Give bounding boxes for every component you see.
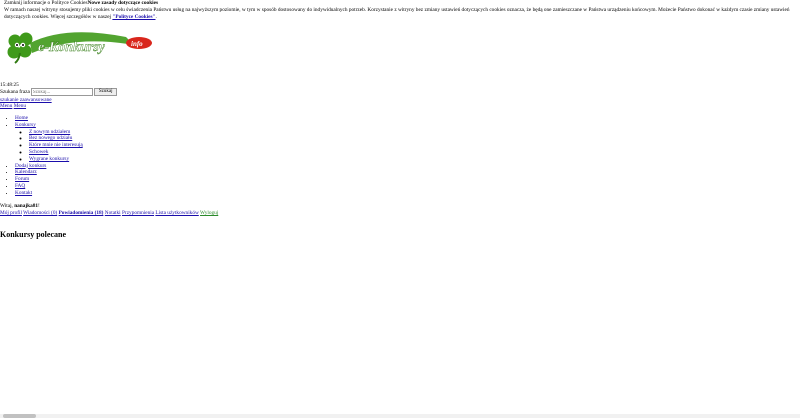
notifications-link[interactable]: Powiadomienia (18) — [59, 210, 104, 216]
cookie-header: Zamknij informacje o Polityce CookiesNow… — [4, 0, 796, 7]
main-nav: Home Konkursy Z nowym udziałem Bez noweg… — [0, 115, 83, 197]
menu-link-1[interactable]: Menu — [0, 103, 12, 109]
menu-link-2[interactable]: Menu — [14, 103, 26, 109]
konkursy-submenu: Z nowym udziałem Bez nowego udziału Któr… — [15, 129, 83, 163]
cookie-policy-link[interactable]: "Polityce Cookies" — [112, 14, 155, 20]
logout-link[interactable]: Wyloguj — [200, 210, 218, 216]
messages-link[interactable]: Wiadomości (0) — [23, 210, 57, 216]
search-button[interactable]: Szukaj — [93, 88, 118, 96]
horizontal-scrollbar[interactable] — [0, 414, 800, 418]
search-form: Szukana fraza Szukaj — [0, 88, 118, 96]
nav-link-won[interactable]: Wygrane konkursy — [29, 156, 69, 162]
nav-link-clipboard[interactable]: Schowek — [29, 149, 48, 155]
nav-link-without-participation[interactable]: Bez nowego udziału — [29, 135, 72, 141]
nav-item-home: Home — [15, 115, 83, 122]
welcome-prefix: Witaj, — [0, 203, 15, 209]
cookie-text-block: W ramach naszej witryny stosujemy pliki … — [4, 7, 796, 21]
logo-suffix: info — [131, 40, 143, 48]
user-links: Mój profil Wiadomości (0) Powiadomienia … — [0, 210, 218, 217]
welcome-suffix: ! — [38, 203, 40, 209]
logo-text: e-Konkursy — [38, 40, 106, 55]
notes-link[interactable]: Notatki — [105, 210, 121, 216]
close-cookie-link[interactable]: Zamknij informacje o Polityce Cookies — [4, 0, 88, 6]
nav-link-add-contest[interactable]: Dodaj konkurs — [15, 163, 46, 169]
nav-link-not-interested[interactable]: Które mnie nie interesują — [29, 142, 83, 148]
nav-link-konkursy[interactable]: Konkursy — [15, 122, 36, 128]
my-profile-link[interactable]: Mój profil — [0, 210, 22, 216]
search-input[interactable] — [30, 88, 93, 96]
welcome-text: Witaj, nanajka81! — [0, 203, 40, 210]
username: nanajka81 — [14, 203, 39, 209]
nav-link-calendar[interactable]: Kalendarz — [15, 169, 37, 175]
menu-links: Menu Menu — [0, 103, 26, 110]
nav-link-home[interactable]: Home — [15, 115, 28, 121]
cookie-tail: . — [155, 13, 157, 20]
section-title: Konkursy polecane — [0, 230, 67, 239]
nav-link-faq[interactable]: FAQ — [15, 183, 25, 189]
nav-link-forum[interactable]: Forum — [15, 176, 29, 182]
site-logo[interactable]: e-Konkursy info — [6, 31, 156, 65]
nav-link-with-participation[interactable]: Z nowym udziałem — [29, 129, 70, 135]
cookie-title: Nowe zasady dotyczące cookies — [87, 0, 159, 6]
search-label: Szukana fraza — [0, 88, 30, 95]
cookie-notice: Zamknij informacje o Polityce CookiesNow… — [4, 0, 796, 21]
nav-item-konkursy: Konkursy Z nowym udziałem Bez nowego udz… — [15, 122, 83, 163]
user-list-link[interactable]: Lista użytkowników — [155, 210, 198, 216]
reminders-link[interactable]: Przypomnienia — [122, 210, 154, 216]
clover-logo-icon: e-Konkursy info — [7, 32, 152, 64]
scrollbar-thumb[interactable] — [3, 414, 36, 418]
nav-link-contact[interactable]: Kontakt — [15, 190, 32, 196]
